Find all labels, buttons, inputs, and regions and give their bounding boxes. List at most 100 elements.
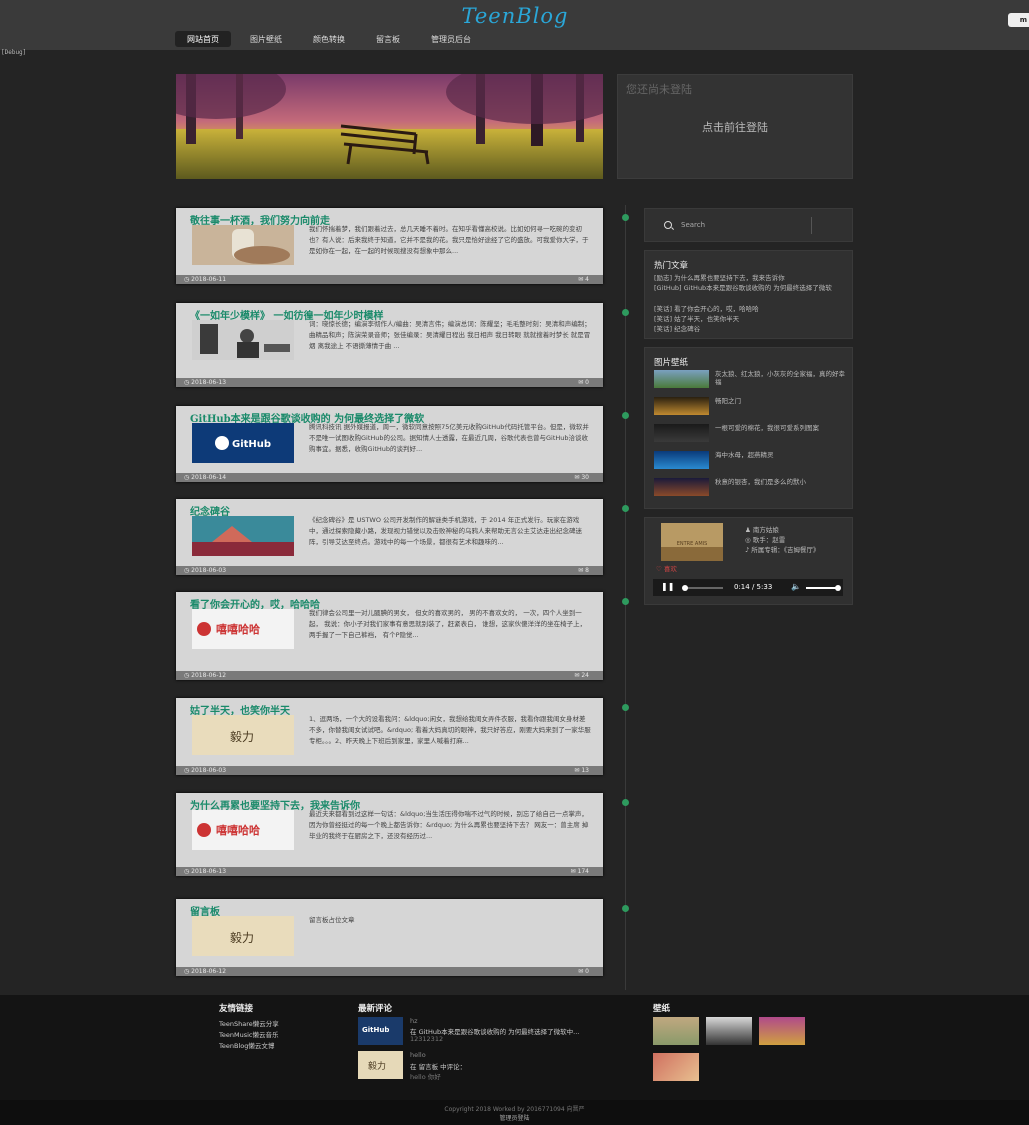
post-thumbnail[interactable]: 毅力 (192, 715, 294, 755)
post-excerpt: 腾讯科技讯 据外媒报道，周一，微软同意按照75亿美元收购GitHub代码托管平台… (309, 423, 589, 453)
hot-post-link[interactable]: [笑话] 姑了半天，也笑你半天 (654, 314, 846, 324)
hero-banner-image (176, 74, 603, 179)
wallpaper-caption[interactable]: 秋意的银杏，我们是多么的默小 (715, 478, 847, 486)
post-thumbnail[interactable]: 嘻嘻哈哈 (192, 810, 294, 850)
corner-badge[interactable]: m (1008, 13, 1029, 27)
song-singer: 歌手：赵雷 (752, 536, 786, 544)
footer-link[interactable]: TeenMusic懒云音乐 (219, 1029, 278, 1039)
clock-icon: ◷ (184, 379, 190, 386)
like-label[interactable]: 喜欢 (664, 565, 677, 573)
post-thumbnail[interactable]: GitHub (192, 423, 294, 463)
volume-icon[interactable]: 🔈 (791, 582, 801, 591)
music-player: ENTRE AMIS ♟ 南方姑娘 ◎ 歌手：赵雷 ♪ 所属专辑：《吉姆餐厅》 … (644, 517, 853, 605)
wallpaper-panel-title: 图片壁纸 (654, 358, 689, 368)
comment-icon: ✉ (574, 672, 580, 679)
post-card[interactable]: 看了你会开心的，哎，哈哈哈 嘻嘻哈哈 我们律会公司里一对儿腼腆的男女， 但女的喜欢男… (176, 592, 603, 680)
nav-item[interactable]: 管理员后台 (419, 31, 483, 47)
wallpaper-caption[interactable]: 一根可爱的棉花，我很可爱系列图案 (715, 424, 847, 432)
post-date: ◷ 2018-06-11 (184, 276, 227, 283)
post-thumbnail[interactable]: 毅力 (192, 916, 294, 956)
post-excerpt: 词：晓惊长德；编演李彻作人/编曲：吴清言伟；编演总词：陈耀坚；毛毛整时刻：吴清和… (309, 320, 591, 350)
footer-wallpaper-thumb[interactable] (653, 1053, 699, 1081)
footer-link[interactable]: TeenBlog懒云文博 (219, 1040, 274, 1050)
wallpaper-caption[interactable]: 畅阳之门 (715, 397, 847, 405)
post-card[interactable]: 为什么再累也要坚持下去，我来告诉你 嘻嘻哈哈 最近夫来都看到过这样一句话：&ldqu… (176, 793, 603, 876)
pause-icon[interactable]: ❚❚ (661, 582, 674, 591)
volume-knob[interactable] (835, 585, 841, 591)
post-footer: ◷ 2018-06-14 ✉ 30 (176, 473, 603, 482)
song-title: 南方姑娘 (752, 526, 779, 534)
post-footer: ◷ 2018-06-13 ✉ 0 (176, 378, 603, 387)
post-date: ◷ 2018-06-14 (184, 474, 227, 481)
timeline-dot (622, 505, 629, 512)
clock-icon: ◷ (184, 567, 190, 574)
footer-wallpaper-thumb[interactable] (759, 1017, 805, 1045)
search-input[interactable]: Search (655, 217, 812, 234)
post-card[interactable]: GitHub本来是跟谷歌谈收购的 为何最终选择了微软 GitHub 腾讯科技讯 据外… (176, 406, 603, 482)
comment-icon: ✉ (574, 767, 580, 774)
comment-count: ✉ 4 (578, 276, 589, 283)
footer-link[interactable]: TeenShare懒云分享 (219, 1018, 279, 1028)
footer-wallpaper-thumb[interactable] (653, 1017, 699, 1045)
comment-icon: ✉ (578, 276, 584, 283)
search-icon (664, 221, 672, 229)
nav-item[interactable]: 网站首页 (175, 31, 231, 47)
copyright-bar: Copyright 2018 Worked by 2016771094 向晋严 … (0, 1100, 1029, 1125)
timeline-dot (622, 905, 629, 912)
volume-slider[interactable] (806, 585, 841, 591)
clock-icon: ◷ (184, 767, 190, 774)
hot-post-link[interactable]: [励志] 为什么再累也要坚持下去，我来告诉你 (654, 273, 846, 283)
clock-icon: ◷ (184, 868, 190, 875)
post-footer: ◷ 2018-06-12 ✉ 0 (176, 967, 603, 976)
post-date: ◷ 2018-06-13 (184, 868, 227, 875)
heart-icon[interactable]: ♡ (656, 565, 662, 573)
seek-bar[interactable] (681, 585, 723, 591)
post-date: ◷ 2018-06-03 (184, 767, 227, 774)
post-thumbnail[interactable] (192, 225, 294, 265)
site-logo[interactable]: TeenBlog (440, 4, 590, 28)
seek-knob[interactable] (681, 585, 688, 591)
post-thumbnail[interactable]: 嘻嘻哈哈 (192, 609, 294, 649)
comment-text[interactable]: 在 留言板 中评论： (410, 1061, 466, 1071)
nav-item[interactable]: 图片壁纸 (238, 31, 294, 47)
footer-wallpaper-thumb[interactable] (706, 1017, 752, 1045)
login-link[interactable]: 点击前往登陆 (618, 119, 852, 135)
footer: 友情链接 TeenShare懒云分享 TeenMusic懒云音乐 TeenBlo… (0, 995, 1029, 1100)
hot-post-link[interactable]: [笑话] 纪念碑谷 (654, 324, 846, 334)
footer-comments-title: 最新评论 (358, 1004, 393, 1014)
post-excerpt: 我们怀揣着梦，我们跟着过去，总几天睡不着时。在知乎看懂高校说。比如如何寻一吃碗的… (309, 225, 589, 255)
volume-fill (806, 587, 838, 589)
wallpaper-thumb[interactable] (654, 397, 709, 415)
timeline-dot (622, 704, 629, 711)
post-card[interactable]: 纪念碑谷 《纪念碑谷》是 USTWO 公司开发制作的解谜类手机游戏，于 2014 … (176, 499, 603, 575)
nav-item[interactable]: 留言板 (364, 31, 412, 47)
wallpaper-thumb[interactable] (654, 451, 709, 469)
debug-label: [Debug] (1, 49, 27, 56)
comment-author: hz (410, 1017, 418, 1025)
comment-count: ✉ 0 (578, 379, 589, 386)
nav-item[interactable]: 颜色转换 (301, 31, 357, 47)
admin-login-link[interactable]: 管理员登陆 (0, 1113, 1029, 1122)
clock-icon: ◷ (184, 276, 190, 283)
post-thumbnail[interactable] (192, 516, 294, 556)
post-card[interactable]: 敬往事一杯酒，我们努力向前走 我们怀揣着梦，我们跟着过去，总几天睡不着时。在知乎看… (176, 208, 603, 284)
wallpaper-thumb[interactable] (654, 424, 709, 442)
post-excerpt: 1、逗两场，一个大的设看我问：&ldquo;闲女，我想给我闺女弄件衣服，我看你跟… (309, 715, 591, 745)
post-card[interactable]: 姑了半天，也笑你半天 毅力 1、逗两场，一个大的设看我问：&ldquo;闲女，我想给… (176, 698, 603, 775)
audio-controls: ❚❚ 0:14 / 5:33 🔈 (653, 579, 843, 596)
post-thumbnail[interactable] (192, 320, 294, 360)
song-album: 所属专辑：《吉姆餐厅》 (751, 546, 820, 554)
wallpaper-caption[interactable]: 灰太狼、红太狼，小灰灰的全家福，真的好幸福 (715, 370, 847, 386)
timeline-dot (622, 799, 629, 806)
yili-thumb-text: 毅力 (230, 930, 254, 945)
post-card[interactable]: 《一如年少模样》 一如彷徨一如年少时模样 词：晓惊长德；编演李彻作人/编曲：吴清言… (176, 303, 603, 387)
wallpaper-thumb[interactable] (654, 478, 709, 496)
wallpaper-caption[interactable]: 海中水母，超燕精灵 (715, 451, 847, 459)
post-card[interactable]: 留言板 毅力 留言板占位文章 ◷ 2018-06-12 ✉ 0 (176, 899, 603, 976)
hot-post-link[interactable]: [笑话] 看了你会开心的，哎，哈哈哈 (654, 304, 846, 314)
xixi-thumb-text: 嘻嘻哈哈 (216, 622, 260, 636)
wallpaper-thumb[interactable] (654, 370, 709, 388)
comment-count: ✉ 0 (578, 968, 589, 975)
hot-post-link[interactable]: [GitHub] GitHub本来是跟谷歌谈收购的 为何最终选择了微软 (654, 283, 846, 293)
post-date: ◷ 2018-06-03 (184, 567, 227, 574)
